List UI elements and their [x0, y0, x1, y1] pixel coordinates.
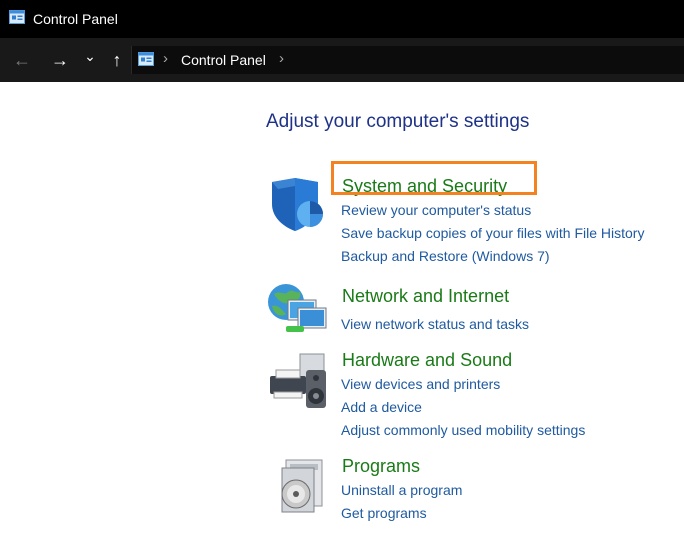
address-toolbar: ← → ⌄ ↑ › Control Panel ›	[0, 38, 684, 82]
category-title-network-internet[interactable]: Network and Internet	[342, 285, 509, 307]
page-heading: Adjust your computer's settings	[266, 111, 530, 132]
link-devices-printers[interactable]: View devices and printers	[341, 375, 500, 393]
breadcrumb-separator-icon[interactable]: ›	[279, 50, 284, 67]
link-get-programs[interactable]: Get programs	[341, 504, 427, 522]
link-mobility-settings[interactable]: Adjust commonly used mobility settings	[341, 421, 585, 439]
window-title: Control Panel	[33, 11, 118, 27]
control-panel-icon	[138, 52, 154, 66]
recent-locations-chevron-icon[interactable]: ⌄	[82, 44, 98, 68]
shield-icon[interactable]	[268, 176, 326, 234]
back-arrow-icon[interactable]: ←	[10, 48, 34, 72]
link-network-status[interactable]: View network status and tasks	[341, 315, 529, 333]
highlight-box	[331, 161, 537, 195]
up-arrow-icon[interactable]: ↑	[106, 48, 128, 72]
address-box[interactable]: › Control Panel ›	[131, 46, 684, 74]
link-add-device[interactable]: Add a device	[341, 398, 422, 416]
breadcrumb-control-panel[interactable]: Control Panel	[181, 51, 266, 69]
forward-arrow-icon[interactable]: →	[48, 48, 72, 72]
breadcrumb-separator-icon[interactable]: ›	[163, 50, 168, 67]
title-bar: Control Panel	[0, 0, 684, 38]
link-uninstall-program[interactable]: Uninstall a program	[341, 481, 462, 499]
control-panel-icon	[9, 10, 25, 24]
link-backup-restore[interactable]: Backup and Restore (Windows 7)	[341, 247, 550, 265]
network-globe-icon[interactable]	[266, 280, 328, 338]
printer-speaker-icon[interactable]	[266, 352, 328, 412]
programs-disc-icon[interactable]	[272, 458, 324, 514]
category-title-hardware-sound[interactable]: Hardware and Sound	[342, 349, 512, 371]
category-title-programs[interactable]: Programs	[342, 455, 420, 477]
link-file-history[interactable]: Save backup copies of your files with Fi…	[341, 224, 644, 242]
link-review-status[interactable]: Review your computer's status	[341, 201, 531, 219]
